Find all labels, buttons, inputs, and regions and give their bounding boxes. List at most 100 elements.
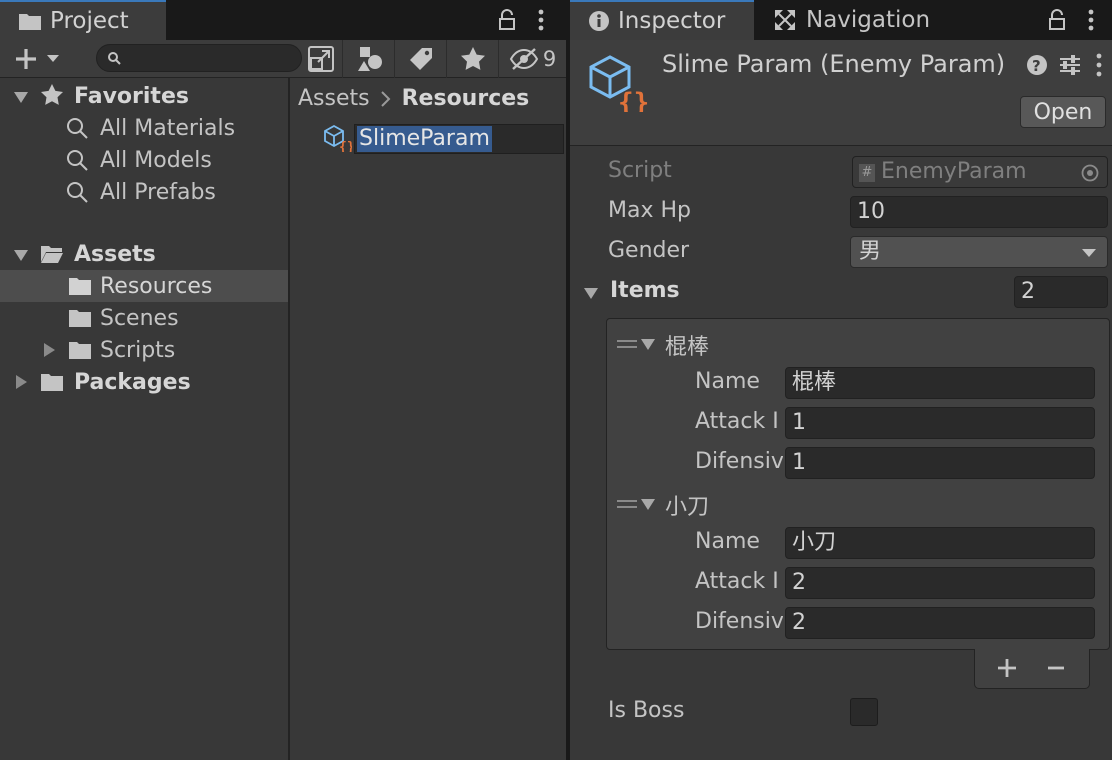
eye-hidden-icon (509, 48, 538, 70)
maxhp-field[interactable]: 10 (850, 196, 1108, 228)
item-defense-field[interactable]: 2 (785, 607, 1095, 639)
star-icon (460, 47, 485, 70)
chevron-down-icon (1082, 249, 1096, 257)
filter-by-label-button[interactable] (394, 40, 446, 78)
tree-item-all-models[interactable]: All Models (0, 144, 288, 176)
item-name-field[interactable]: 棍棒 (785, 367, 1095, 399)
item-name-field[interactable]: 小刀 (785, 527, 1095, 559)
tab-inspector-label: Inspector (618, 8, 726, 34)
create-dropdown-button[interactable] (14, 46, 70, 72)
items-count-field[interactable]: 2 (1014, 276, 1108, 308)
tab-navigation[interactable]: Navigation (756, 0, 930, 40)
breadcrumb-root[interactable]: Assets (298, 86, 370, 111)
tree-item-label: All Materials (100, 115, 236, 141)
tree-item-scripts[interactable]: Scripts (0, 334, 288, 366)
search-icon (67, 182, 88, 203)
search-icon (108, 52, 121, 65)
tree-item-label: Scripts (100, 337, 176, 363)
assets-list: Assets Resources {} SlimeParam (290, 78, 566, 760)
svg-text:{}: {} (339, 140, 352, 152)
items-list: 棍棒 Name 棍棒 Attack I 1 Difensiv 1 小刀 Name… (606, 318, 1110, 650)
items-label: Items (610, 278, 680, 303)
folder-icon (69, 310, 91, 327)
script-field[interactable]: # EnemyParam (852, 156, 1108, 188)
folder-icon (41, 374, 63, 391)
rename-field[interactable]: SlimeParam (354, 124, 564, 154)
help-icon[interactable]: ? (1026, 54, 1048, 76)
search-mode-button[interactable] (306, 44, 336, 74)
hidden-packages-toggle[interactable]: 9 (498, 40, 566, 78)
breadcrumb-current[interactable]: Resources (402, 86, 530, 111)
shapes-icon (357, 47, 382, 71)
item-attack-field[interactable]: 1 (785, 407, 1095, 439)
scriptable-object-icon: {} (589, 55, 648, 112)
project-toolbar: 9 (0, 40, 566, 78)
item-attack-label: Attack I (695, 409, 779, 434)
tree-favorites[interactable]: Favorites (0, 80, 288, 112)
kebab-menu-icon[interactable] (528, 6, 554, 34)
plus-icon (16, 49, 36, 69)
item-attack-label: Attack I (695, 569, 779, 594)
info-icon (589, 11, 609, 31)
inspector-window: Inspector Navigation {} Slime Param (Ene… (570, 0, 1112, 760)
svg-text:{}: {} (618, 88, 648, 112)
tree-item-label: All Prefabs (100, 179, 216, 205)
tree-item-label: All Models (100, 147, 212, 173)
save-search-button[interactable] (446, 40, 498, 78)
collapsed-arrow-icon[interactable] (12, 373, 30, 391)
search-icon (67, 150, 88, 171)
csharp-script-icon: # (859, 164, 875, 182)
lock-icon[interactable] (494, 6, 520, 34)
open-button[interactable]: Open (1020, 96, 1106, 128)
filter-by-type-button[interactable] (342, 40, 394, 78)
script-value: EnemyParam (881, 159, 1027, 184)
preset-sliders-icon[interactable] (1058, 53, 1082, 77)
isboss-checkbox[interactable] (850, 698, 878, 726)
folder-icon (69, 278, 91, 295)
tree-item-all-materials[interactable]: All Materials (0, 112, 288, 144)
search-icon (67, 118, 88, 139)
chevron-down-icon (47, 55, 59, 62)
gender-dropdown[interactable]: 男 (850, 236, 1108, 268)
expand-arrow-icon[interactable] (12, 88, 30, 106)
expand-arrow-icon[interactable] (639, 335, 657, 353)
remove-element-button[interactable] (1047, 658, 1065, 678)
drag-handle-icon[interactable] (617, 339, 637, 349)
maxhp-label: Max Hp (608, 198, 691, 223)
item-attack-field[interactable]: 2 (785, 567, 1095, 599)
item-name-label: Name (695, 529, 760, 554)
svg-text:?: ? (1032, 57, 1041, 75)
list-item-header: 棍棒 (665, 335, 710, 360)
tab-inspector[interactable]: Inspector (570, 0, 754, 40)
expand-arrow-icon[interactable] (639, 495, 657, 513)
kebab-menu-icon[interactable] (1096, 53, 1102, 77)
object-picker-icon[interactable] (1081, 164, 1099, 182)
item-defense-field[interactable]: 1 (785, 447, 1095, 479)
tab-navigation-label: Navigation (806, 7, 931, 33)
search-input[interactable] (96, 44, 302, 72)
tree-item-scenes[interactable]: Scenes (0, 302, 288, 334)
object-header: {} Slime Param (Enemy Param) ? Open (570, 40, 1112, 146)
lock-icon[interactable] (1044, 6, 1070, 34)
gender-value: 男 (859, 239, 882, 264)
chevron-right-icon (380, 90, 391, 107)
inspector-tab-bar: Inspector Navigation (570, 0, 1112, 40)
collapsed-arrow-icon[interactable] (40, 341, 58, 359)
tree-assets-label: Assets (74, 241, 156, 267)
expand-arrow-icon[interactable] (582, 284, 600, 302)
folder-icon (18, 11, 42, 31)
tree-item-label: Resources (100, 273, 213, 299)
kebab-menu-icon[interactable] (1078, 6, 1104, 34)
tag-icon (409, 48, 432, 70)
open-external-icon (308, 46, 334, 72)
folder-icon (69, 342, 91, 359)
tree-packages[interactable]: Packages (0, 366, 288, 398)
expand-arrow-icon[interactable] (12, 246, 30, 264)
drag-handle-icon[interactable] (617, 499, 637, 509)
tree-assets[interactable]: Assets (0, 238, 288, 270)
tab-project[interactable]: Project (0, 0, 166, 40)
asset-item-slimeparam[interactable]: {} (324, 122, 352, 154)
tree-item-resources[interactable]: Resources (0, 270, 288, 302)
add-element-button[interactable] (997, 658, 1017, 678)
tree-item-all-prefabs[interactable]: All Prefabs (0, 176, 288, 208)
